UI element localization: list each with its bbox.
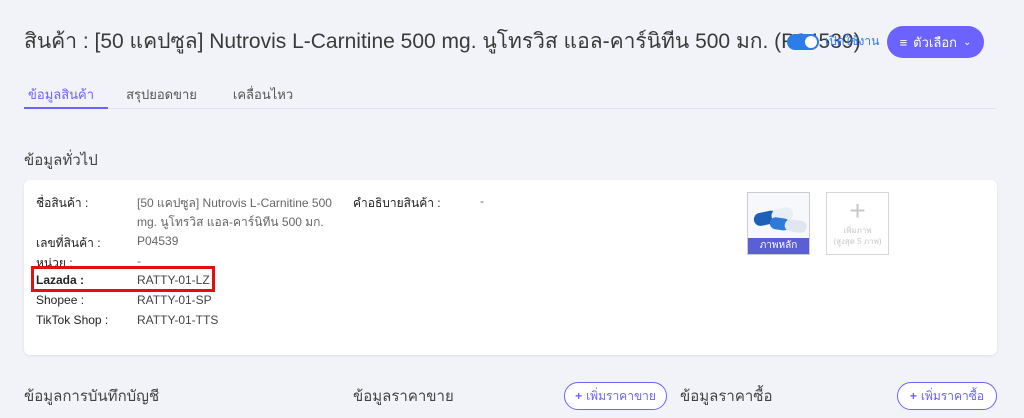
chevron-down-icon: ⌄ [963, 36, 972, 48]
menu-icon: ≡ [899, 34, 908, 50]
add-sell-price-button[interactable]: + เพิ่มราคาขาย [564, 382, 667, 410]
tiktok-value: RATTY-01-TTS [137, 313, 219, 327]
add-buy-price-label: เพิ่มราคาซื้อ [920, 388, 985, 403]
code-value: P04539 [137, 234, 179, 248]
active-toggle[interactable] [787, 33, 819, 50]
code-label: เลขที่สินค้า : [36, 236, 101, 250]
tab-product-info[interactable]: ข้อมูลสินค้า [24, 76, 109, 109]
main-image-tag: ภาพหลัก [748, 238, 809, 254]
tab-sales-summary[interactable]: สรุปยอดขาย [108, 76, 215, 109]
add-image-limit: (สูงสุด 5 ภาพ) [833, 237, 882, 246]
shopee-label: Shopee : [36, 293, 85, 307]
active-toggle-label: เปิดใช้งาน [825, 34, 880, 48]
name-value-line1: [50 แคปซูล] Nutrovis L-Carnitine 500 [137, 196, 332, 210]
general-info-card: ชื่อสินค้า : [50 แคปซูล] Nutrovis L-Carn… [24, 180, 997, 355]
tab-movement[interactable]: เคลื่อนไหว [215, 76, 311, 109]
add-image-label: เพิ่มภาพ [843, 226, 872, 235]
options-button-label: ตัวเลือก [913, 34, 958, 50]
tab-bar: ข้อมูลสินค้า สรุปยอดขาย เคลื่อนไหว [24, 76, 996, 109]
add-sell-price-label: เพิ่มราคาขาย [586, 388, 656, 403]
general-section-title: ข้อมูลทั่วไป [24, 152, 98, 169]
add-buy-price-button[interactable]: + เพิ่มราคาซื้อ [897, 382, 997, 410]
page-header: สินค้า : [50 แคปซูล] Nutrovis L-Carnitin… [24, 26, 994, 60]
plus-icon: + [575, 389, 583, 403]
name-row: ชื่อสินค้า : [50 แคปซูล] Nutrovis L-Carn… [24, 194, 344, 229]
description-value: - [480, 194, 484, 208]
capsule-image-icon [753, 207, 807, 233]
plus-icon: + [849, 195, 866, 226]
description-label: คำอธิบายสินค้า : [353, 196, 441, 210]
sell-price-section-title: ข้อมูลราคาขาย [353, 388, 454, 405]
accounting-section-title: ข้อมูลการบันทึกบัญชี [24, 388, 160, 405]
tiktok-label: TikTok Shop : [36, 313, 109, 327]
buy-price-section-title: ข้อมูลราคาซื้อ [680, 388, 773, 405]
options-button[interactable]: ≡ ตัวเลือก ⌄ [887, 26, 984, 58]
name-value-line2: mg. นูโทรวิส แอล-คาร์นิทีน 500 มก. [137, 215, 324, 229]
add-image-button[interactable]: + เพิ่มภาพ (สูงสุด 5 ภาพ) [826, 192, 889, 255]
active-toggle-group: เปิดใช้งาน [787, 32, 879, 51]
name-label: ชื่อสินค้า : [36, 196, 89, 210]
shopee-value: RATTY-01-SP [137, 293, 212, 307]
lazada-highlight-box [31, 266, 215, 292]
main-product-image[interactable]: ภาพหลัก [747, 192, 810, 255]
plus-icon: + [909, 389, 917, 403]
page-title: สินค้า : [50 แคปซูล] Nutrovis L-Carnitin… [24, 30, 861, 53]
